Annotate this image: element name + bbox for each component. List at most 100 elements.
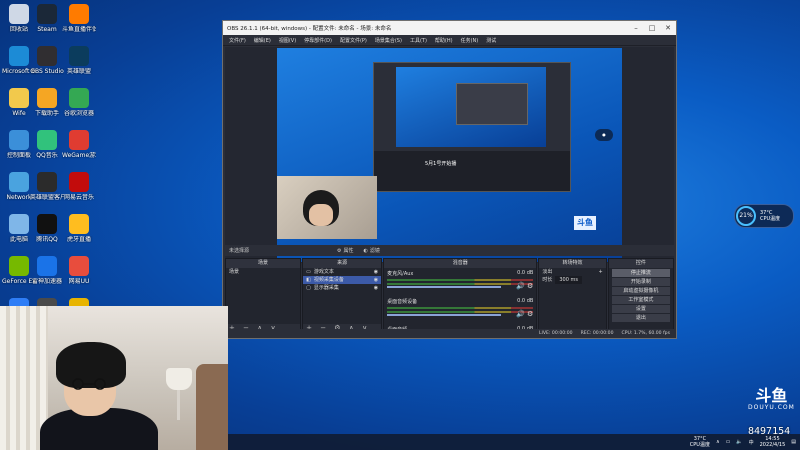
obs-preview[interactable]: 5月1号开始播 ● 斗鱼 [225,47,674,263]
desktop-icon[interactable]: OBS Studio [30,46,64,75]
desktop-icon[interactable]: Steam [30,4,64,33]
volume-slider[interactable] [387,286,502,288]
menu-view[interactable]: 视图(V) [279,37,296,44]
scene-item[interactable]: 场景 [226,268,300,276]
notification-icon[interactable]: ▤ [791,439,796,445]
webcam-overlay [0,306,228,450]
volume-slider[interactable] [387,314,502,316]
desktop-icon[interactable]: WeGame游戏平台 [62,130,96,159]
desktop-icon[interactable]: 下载助手 [30,88,64,117]
exit-button[interactable]: 退出 [611,314,671,322]
preview-douyu-logo: 斗鱼 [574,216,596,230]
eye-icon[interactable]: ◉ [374,268,378,276]
properties-button[interactable]: ⚙ 属性 [337,247,354,255]
transitions-header: 转场特效 [539,259,606,268]
gear-icon[interactable]: ⚙ [527,282,533,290]
obs-window[interactable]: OBS 26.1.1 (64-bit, windows) - 配置文件: 未命名… [222,20,677,339]
ime-icon[interactable]: 中 [749,439,754,446]
desktop-icon[interactable]: 虎牙直播 [62,214,96,243]
steam-icon [37,4,57,24]
source-item-display[interactable]: ▢ 显示器采集 ◉ [303,284,381,292]
source-item-camera[interactable]: ◧ 视频采集设备 ◉ [303,276,382,284]
desktop-icon-label: 网易云音乐 [63,194,94,201]
desktop-icon-label: WeGame游戏平台 [62,152,96,159]
obs-titlebar[interactable]: OBS 26.1.1 (64-bit, windows) - 配置文件: 未命名… [223,21,676,35]
computer-icon [9,214,29,234]
rec-status: REC: 00:00:00 [580,331,614,336]
no-source-label: 未选择源 [229,248,250,254]
monitor-icon: ▢ [306,285,311,291]
menu-file[interactable]: 文件(F) [229,37,246,44]
maximize-icon[interactable]: □ [644,24,660,32]
desktop-icon-label: 腾讯QQ [36,236,58,243]
menu-profile[interactable]: 配置文件(P) [340,37,367,44]
desktop-icon[interactable]: 英雄联盟 [62,46,96,75]
desktop-icon[interactable]: 斗鱼直播伴侣 [62,4,96,33]
eye-icon[interactable]: ◉ [374,276,378,284]
desktop-icon[interactable]: 雷神加速器 [30,256,64,285]
source-label: 游戏文本 [313,269,334,275]
huya-icon [69,214,89,234]
tray-cpu-temp[interactable]: 37°C CPU温度 [690,436,710,448]
network-icon[interactable]: ▭ [726,439,731,445]
desktop-icon[interactable]: 英雄联盟客户端 [30,172,64,201]
transition-select[interactable]: 淡出 + [539,268,605,276]
desktop-icon[interactable]: 谷歌浏览器 [62,88,96,117]
qq-music-icon [37,130,57,150]
menu-tools[interactable]: 工具(T) [410,37,427,44]
lamp-stem [177,390,180,420]
lol-icon [69,46,89,66]
start-recording-button[interactable]: 开始录制 [611,278,671,286]
filters-button[interactable]: ◐ 滤镜 [364,247,380,255]
eye-icon[interactable]: ◉ [374,284,378,292]
close-icon[interactable]: ✕ [660,24,676,32]
desktop-icon-label: 斗鱼直播伴侣 [62,26,96,33]
duration-label: 时长 [542,277,553,283]
network-icon [9,172,29,192]
chevron-up-icon[interactable]: ∧ [716,439,720,445]
volume-meter [387,311,534,313]
mixer-header: 混音器 [384,259,537,268]
menu-scene-collection[interactable]: 场景集合(S) [375,37,402,44]
desktop-icon[interactable]: 网易云音乐 [62,172,96,201]
menu-test[interactable]: 测试 [486,37,496,44]
desktop-icon-label: QQ音乐 [36,152,58,159]
volume-icon[interactable]: 🔈 [736,439,742,445]
studio-mode-button[interactable]: 工作室模式 [611,296,671,304]
duration-input[interactable]: 300 ms [555,276,582,284]
douyu-domain: DOUYU.COM [748,404,795,411]
menu-docks[interactable]: 停靠部件(D) [304,37,332,44]
plus-icon[interactable]: + [598,268,602,276]
live-status: LIVE: 00:00:00 [538,331,573,336]
scenes-header: 场景 [226,259,301,268]
douyu-watermark: 斗鱼 DOUYU.COM [748,388,795,412]
menu-edit[interactable]: 编辑(E) [254,37,271,44]
uu-icon [69,256,89,276]
desktop-icon[interactable]: 腾讯QQ [30,214,64,243]
chrome-icon [69,88,89,108]
transition-duration[interactable]: 时长 300 ms [539,276,605,284]
nested-docks [374,151,570,191]
minimize-icon[interactable]: – [628,24,644,32]
obs-menubar: 文件(F) 编辑(E) 视图(V) 停靠部件(D) 配置文件(P) 场景集合(S… [223,35,676,46]
stop-streaming-button[interactable]: 停止推流 [611,269,671,277]
gear-icon[interactable]: ⚙ [527,310,533,318]
douyu-icon [69,4,89,24]
speaker-icon[interactable]: 🔊 [516,310,525,318]
desktop-icon[interactable]: 网易UU [62,256,96,285]
source-label: 显示器采集 [313,285,339,291]
virtual-camera-button[interactable]: 启动虚拟摄像机 [611,287,671,295]
tray-temp-label: CPU温度 [689,442,710,448]
camera-icon: ◧ [306,277,311,283]
source-item-text[interactable]: ▭ 游戏文本 ◉ [303,268,381,276]
speaker-icon[interactable]: 🔊 [516,282,525,290]
edge-icon [9,46,29,66]
settings-button[interactable]: 设置 [611,305,671,313]
menu-help[interactable]: 帮助(H) [435,37,453,44]
desktop-icon[interactable]: QQ音乐 [30,130,64,159]
menu-tasks[interactable]: 任务(N) [461,37,479,44]
taskbar-clock[interactable]: 14:55 2022/4/15 [760,436,786,448]
music-icon [69,172,89,192]
qq-icon [37,214,57,234]
sources-dock: 来源 ▭ 游戏文本 ◉ ◧ 视频采集设备 ◉ ▢ 显示器采集 ◉ + − ⚙ ∧ ∨ [302,258,383,334]
